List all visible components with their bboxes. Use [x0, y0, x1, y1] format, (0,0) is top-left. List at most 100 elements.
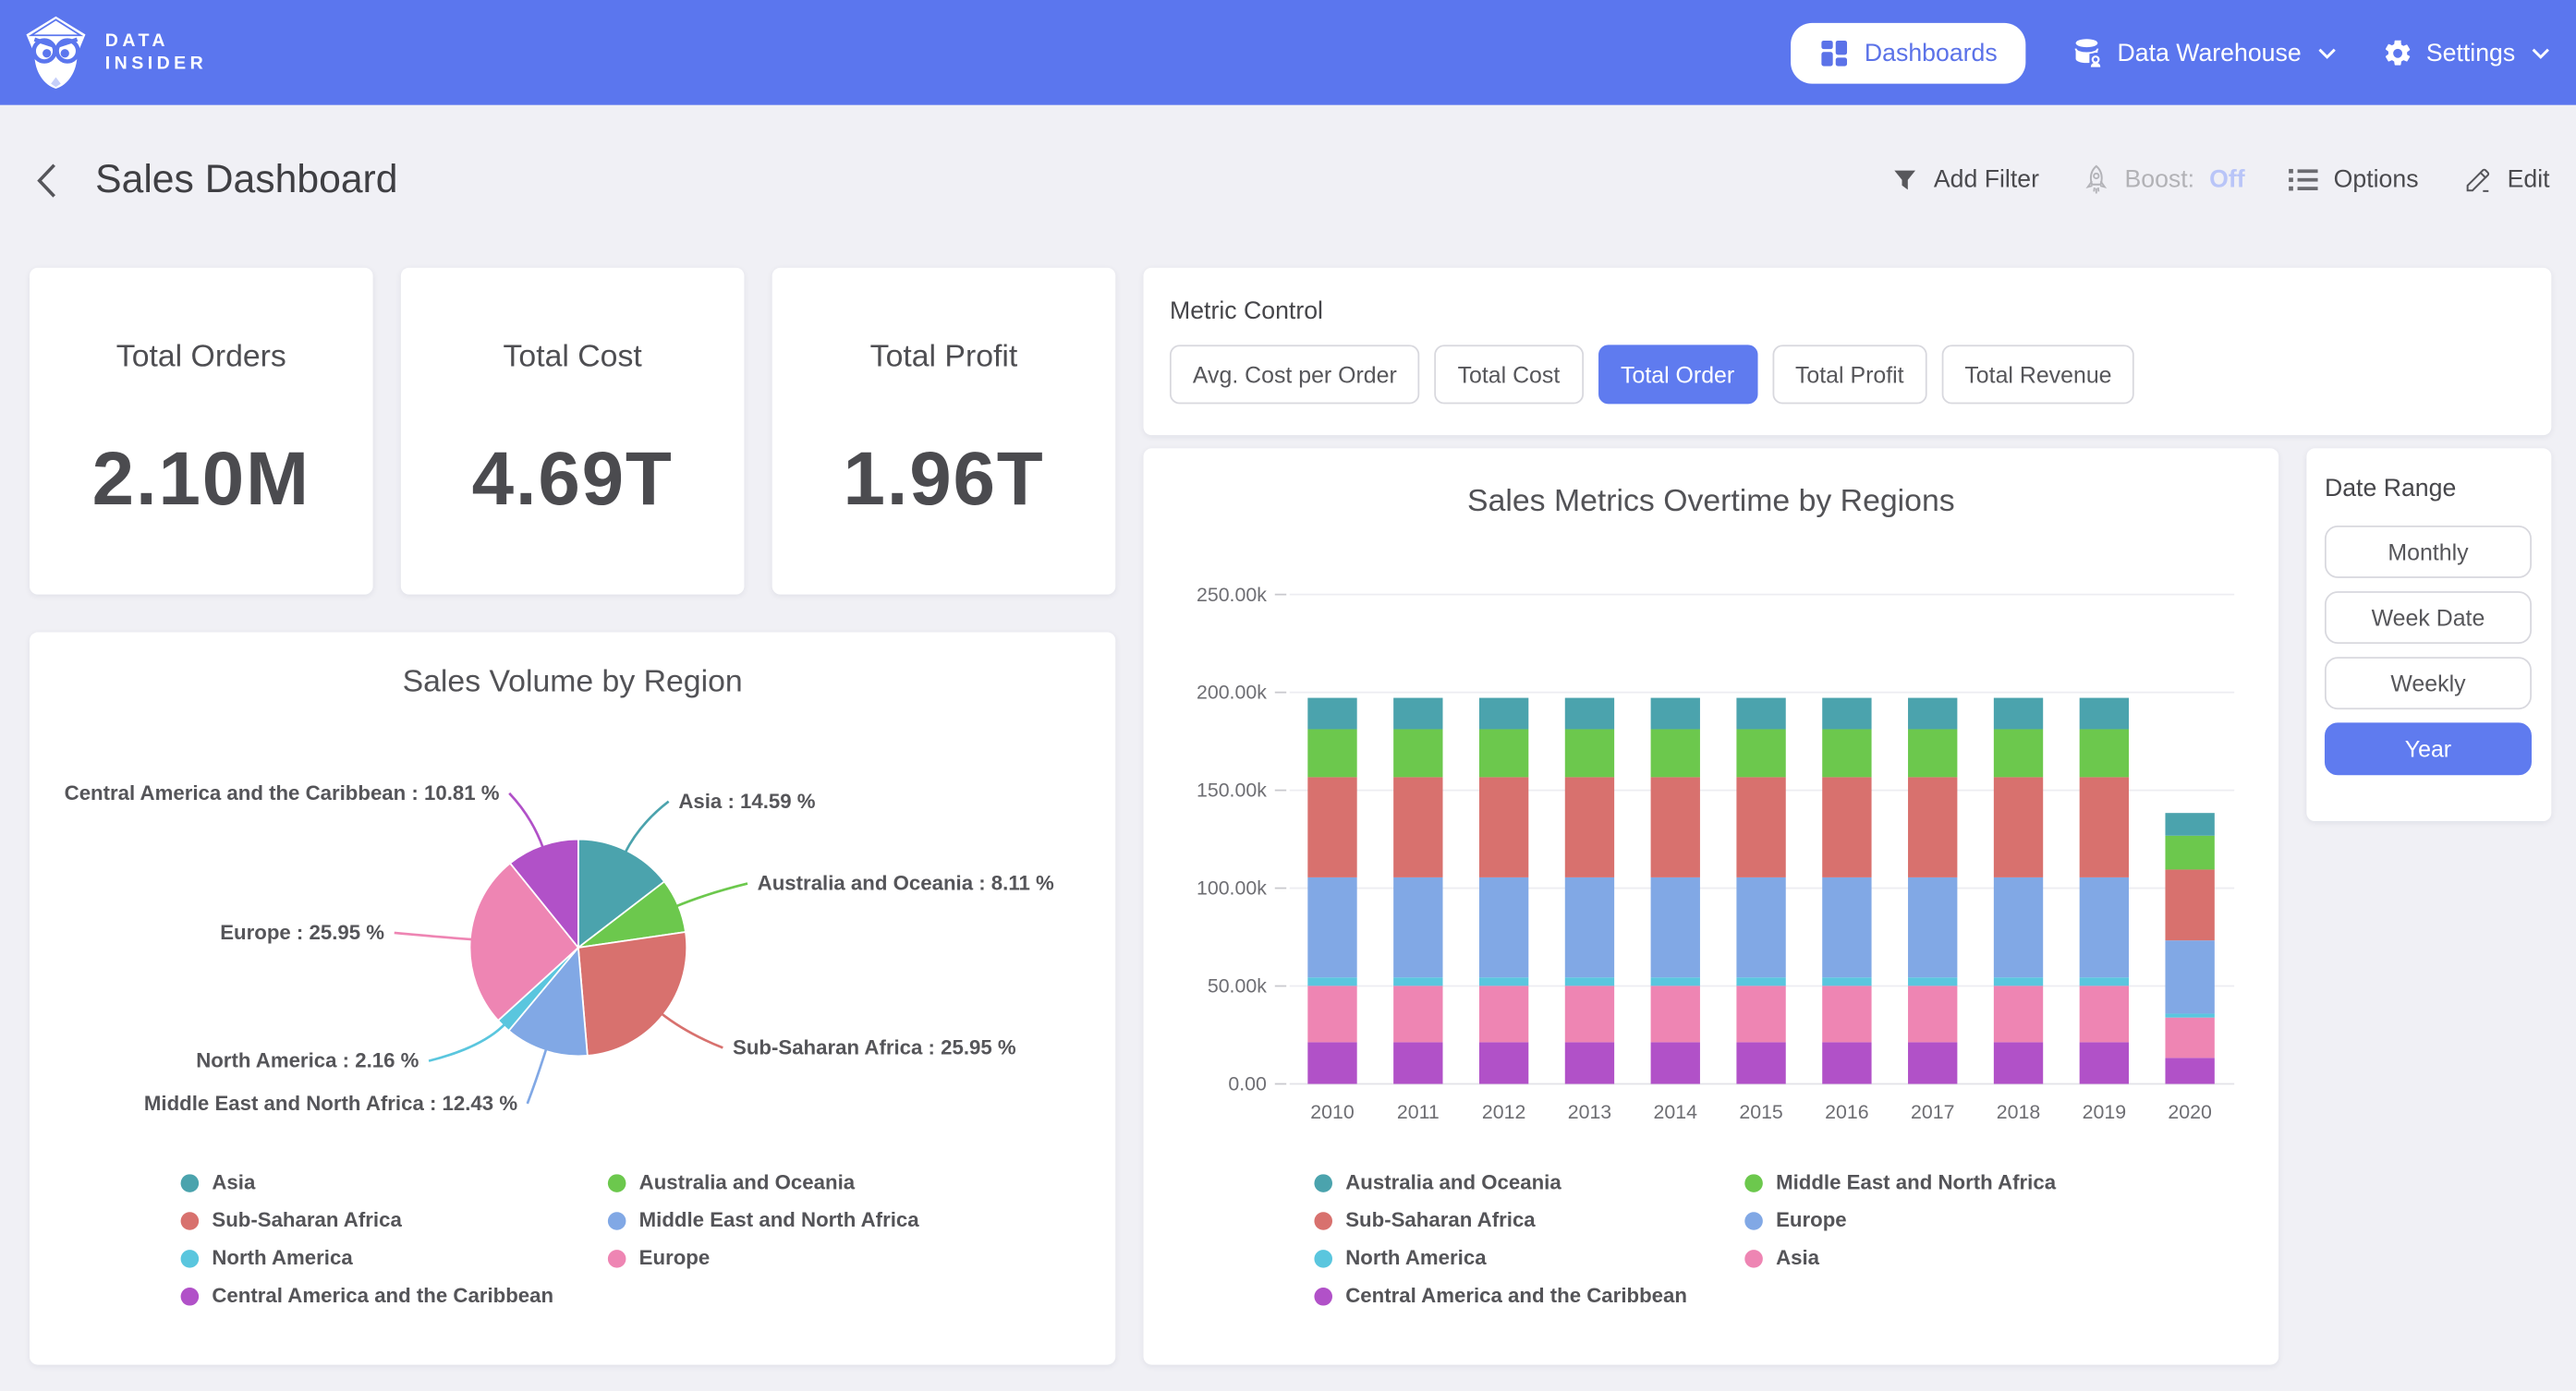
legend-item[interactable]: North America	[181, 1247, 608, 1270]
legend-item[interactable]: North America	[1314, 1247, 1744, 1270]
bar-segment[interactable]	[1908, 698, 1957, 730]
bar-segment[interactable]	[1307, 698, 1356, 730]
bar-segment[interactable]	[1393, 986, 1442, 1042]
bar-segment[interactable]	[1565, 698, 1614, 730]
bar-segment[interactable]	[1651, 1042, 1700, 1083]
bar-segment[interactable]	[1736, 729, 1785, 777]
bar-segment[interactable]	[1994, 986, 2043, 1042]
legend-item[interactable]: Central America and the Caribbean	[1314, 1284, 1744, 1307]
legend-item[interactable]: Central America and the Caribbean	[181, 1284, 608, 1307]
bar-segment[interactable]	[2080, 877, 2129, 977]
nav-data-warehouse[interactable]: Data Warehouse	[2072, 35, 2336, 69]
bar-segment[interactable]	[1822, 1042, 1871, 1083]
bar-segment[interactable]	[1736, 1042, 1785, 1083]
bar-segment[interactable]	[2080, 729, 2129, 777]
bar-segment[interactable]	[2165, 869, 2214, 940]
bar-segment[interactable]	[1822, 986, 1871, 1042]
pie-slice[interactable]	[578, 932, 687, 1056]
metric-button-total-revenue[interactable]: Total Revenue	[1941, 345, 2134, 404]
bar-segment[interactable]	[1393, 877, 1442, 977]
bar-segment[interactable]	[1565, 877, 1614, 977]
bar-segment[interactable]	[1822, 877, 1871, 977]
bar-segment[interactable]	[2080, 777, 2129, 877]
bar-segment[interactable]	[1908, 777, 1957, 877]
bar-segment[interactable]	[1736, 977, 1785, 986]
metric-button-avg-cost-per-order[interactable]: Avg. Cost per Order	[1170, 345, 1420, 404]
bar-segment[interactable]	[1736, 877, 1785, 977]
bar-segment[interactable]	[1651, 877, 1700, 977]
bar-segment[interactable]	[1307, 777, 1356, 877]
bar-segment[interactable]	[1307, 977, 1356, 986]
bar-segment[interactable]	[1393, 698, 1442, 730]
bar-segment[interactable]	[1994, 777, 2043, 877]
bar-segment[interactable]	[1994, 698, 2043, 730]
bar-segment[interactable]	[1479, 986, 1528, 1042]
legend-item[interactable]: Asia	[181, 1171, 608, 1194]
bar-segment[interactable]	[2165, 940, 2214, 1013]
bar-segment[interactable]	[1565, 777, 1614, 877]
legend-item[interactable]: Middle East and North Africa	[1744, 1171, 2056, 1194]
bar-segment[interactable]	[1479, 777, 1528, 877]
metric-button-total-cost[interactable]: Total Cost	[1435, 345, 1583, 404]
bar-segment[interactable]	[1908, 877, 1957, 977]
bar-segment[interactable]	[1994, 1042, 2043, 1083]
date-button-monthly[interactable]: Monthly	[2325, 526, 2532, 578]
bar-segment[interactable]	[1393, 977, 1442, 986]
bar-segment[interactable]	[1393, 1042, 1442, 1083]
bar-segment[interactable]	[2165, 836, 2214, 870]
bar-segment[interactable]	[2165, 813, 2214, 836]
bar-segment[interactable]	[2165, 1018, 2214, 1058]
bar-segment[interactable]	[2080, 1042, 2129, 1083]
bar-segment[interactable]	[1307, 877, 1356, 977]
metric-button-total-order[interactable]: Total Order	[1598, 345, 1757, 404]
bar-segment[interactable]	[1479, 977, 1528, 986]
bar-segment[interactable]	[1565, 986, 1614, 1042]
legend-item[interactable]: Sub-Saharan Africa	[181, 1209, 608, 1232]
brand[interactable]: DATA INSIDER	[23, 15, 207, 91]
legend-item[interactable]: Australia and Oceania	[608, 1171, 919, 1194]
bar-segment[interactable]	[1393, 777, 1442, 877]
back-button[interactable]	[36, 162, 57, 198]
bar-segment[interactable]	[1479, 698, 1528, 730]
bar-segment[interactable]	[2165, 1058, 2214, 1083]
bar-segment[interactable]	[1736, 777, 1785, 877]
bar-segment[interactable]	[1565, 729, 1614, 777]
bar-segment[interactable]	[1651, 777, 1700, 877]
bar-segment[interactable]	[1651, 977, 1700, 986]
bar-segment[interactable]	[1822, 777, 1871, 877]
boost-toggle[interactable]: Boost: Off	[2084, 164, 2245, 196]
bar-segment[interactable]	[1479, 877, 1528, 977]
legend-item[interactable]: Europe	[1744, 1209, 2056, 1232]
bar-segment[interactable]	[1994, 977, 2043, 986]
legend-item[interactable]: Middle East and North Africa	[608, 1209, 919, 1232]
legend-item[interactable]: Sub-Saharan Africa	[1314, 1209, 1744, 1232]
bar-segment[interactable]	[2080, 977, 2129, 986]
bar-segment[interactable]	[1479, 1042, 1528, 1083]
bar-segment[interactable]	[1822, 729, 1871, 777]
add-filter-button[interactable]: Add Filter	[1891, 166, 2039, 194]
bar-segment[interactable]	[1651, 698, 1700, 730]
bar-segment[interactable]	[2080, 698, 2129, 730]
bar-segment[interactable]	[1908, 986, 1957, 1042]
bar-segment[interactable]	[1565, 977, 1614, 986]
bar-segment[interactable]	[1393, 729, 1442, 777]
bar-segment[interactable]	[1736, 986, 1785, 1042]
legend-item[interactable]: Australia and Oceania	[1314, 1171, 1744, 1194]
bar-segment[interactable]	[1307, 729, 1356, 777]
date-button-year[interactable]: Year	[2325, 722, 2532, 775]
date-button-week-date[interactable]: Week Date	[2325, 591, 2532, 644]
bar-segment[interactable]	[1736, 698, 1785, 730]
bar-segment[interactable]	[1908, 729, 1957, 777]
bar-segment[interactable]	[1994, 877, 2043, 977]
bar-segment[interactable]	[1651, 986, 1700, 1042]
nav-settings[interactable]: Settings	[2382, 37, 2550, 68]
bar-segment[interactable]	[1822, 698, 1871, 730]
bar-segment[interactable]	[1307, 986, 1356, 1042]
date-button-weekly[interactable]: Weekly	[2325, 657, 2532, 709]
bar-segment[interactable]	[1479, 729, 1528, 777]
nav-dashboards[interactable]: Dashboards	[1791, 22, 2025, 83]
bar-segment[interactable]	[1994, 729, 2043, 777]
bar-segment[interactable]	[1651, 729, 1700, 777]
legend-item[interactable]: Asia	[1744, 1247, 2056, 1270]
options-button[interactable]: Options	[2290, 166, 2419, 194]
